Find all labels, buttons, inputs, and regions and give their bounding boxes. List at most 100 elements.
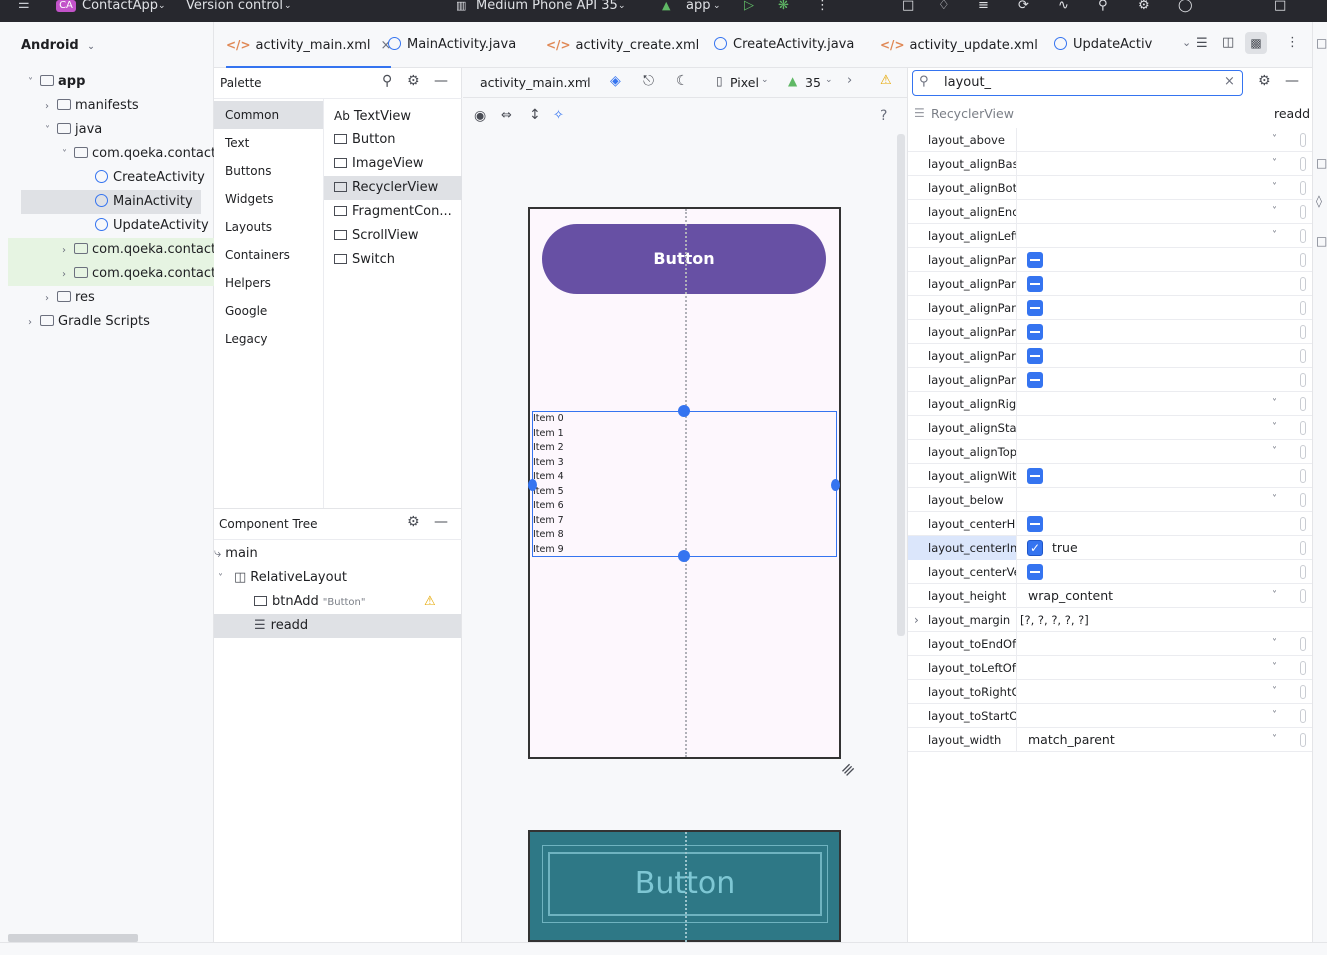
attribute-row[interactable]: layout_above ˅ <box>908 128 1313 152</box>
recyclerview-preview[interactable]: Item 0 Item 1 Item 2 Item 3 Item 4 Item 5 Item… <box>532 411 837 557</box>
tristate-checkbox[interactable] <box>1027 348 1043 364</box>
project-tree-item[interactable]: › res <box>45 286 95 310</box>
component-node[interactable]: ☰ readd <box>214 614 461 638</box>
attribute-value[interactable]: wrap_content <box>1028 584 1113 608</box>
logcat-icon[interactable]: ≡ <box>978 0 989 12</box>
resource-picker-icon[interactable] <box>1300 229 1306 243</box>
checkbox-checked[interactable]: ✓ <box>1027 540 1043 556</box>
palette-item-imageview[interactable]: ImageView <box>324 152 462 176</box>
tool-window-icon[interactable]: □ <box>1316 36 1327 50</box>
resource-picker-icon[interactable] <box>1300 301 1306 315</box>
resource-picker-icon[interactable] <box>1300 733 1306 747</box>
attribute-row[interactable]: layout_centerIn... ✓ true <box>908 536 1313 560</box>
project-tree-item[interactable]: › com.qoeka.contacta <box>8 238 224 262</box>
chevron-down-icon[interactable]: ˅ <box>1272 680 1277 704</box>
resource-picker-icon[interactable] <box>1300 133 1306 147</box>
attribute-row[interactable]: layout_below ˅ <box>908 488 1313 512</box>
more-icon[interactable]: ⋮ <box>816 0 829 12</box>
account-icon[interactable]: ◯ <box>1178 0 1193 12</box>
attribute-row[interactable]: layout_toLeftOf ˅ <box>908 656 1313 680</box>
project-tree-item[interactable]: MainActivity <box>21 190 201 214</box>
resource-picker-icon[interactable] <box>1300 565 1306 579</box>
orientation-icon[interactable]: ⎋ <box>643 73 654 89</box>
palette-item-recyclerview[interactable]: RecyclerView <box>324 176 462 200</box>
chevron-down-icon[interactable]: ˅ <box>1272 392 1277 416</box>
attribute-row[interactable]: layout_alignLeft ˅ <box>908 224 1313 248</box>
component-node[interactable]: ⤷ main <box>214 542 461 566</box>
minimize-icon[interactable]: — <box>434 514 448 530</box>
project-tree-item[interactable]: ˅ com.qoeka.contacta <box>62 142 224 166</box>
night-mode-icon[interactable]: ☾ <box>676 73 689 89</box>
tab-updateactiv[interactable]: UpdateActiv <box>1054 22 1152 68</box>
run-icon[interactable]: ▷ <box>744 0 754 12</box>
resource-picker-icon[interactable] <box>1300 181 1306 195</box>
minimize-icon[interactable]: — <box>1285 73 1299 89</box>
tristate-checkbox[interactable] <box>1027 372 1043 388</box>
resource-picker-icon[interactable] <box>1300 517 1306 531</box>
resource-picker-icon[interactable] <box>1300 325 1306 339</box>
warning-icon[interactable]: ⚠ <box>880 73 892 88</box>
gear-icon[interactable]: ⚙ <box>407 73 420 89</box>
palette-category-google[interactable]: Google <box>214 297 323 325</box>
palette-category-helpers[interactable]: Helpers <box>214 269 323 297</box>
help-icon[interactable]: ? <box>880 108 887 124</box>
palette-category-common[interactable]: Common <box>214 101 323 129</box>
tristate-checkbox[interactable] <box>1027 276 1043 292</box>
resource-picker-icon[interactable] <box>1300 205 1306 219</box>
tool-window-icon[interactable]: ◊ <box>1316 194 1322 208</box>
resize-handle[interactable] <box>678 405 690 417</box>
project-tree-item[interactable]: › Gradle Scripts <box>28 310 150 334</box>
attribute-row[interactable]: layout_alignPar... <box>908 248 1313 272</box>
project-view-selector[interactable]: Android ⌄ <box>21 34 95 58</box>
resource-picker-icon[interactable] <box>1300 709 1306 723</box>
resource-picker-icon[interactable] <box>1300 541 1306 555</box>
chevron-down-icon[interactable]: ˅ <box>1272 584 1277 608</box>
attribute-row[interactable]: layout_toRightOf ˅ <box>908 680 1313 704</box>
split-view-icon[interactable]: ◫ <box>1222 35 1234 50</box>
add-button-preview[interactable]: Button <box>542 224 826 294</box>
attribute-row[interactable]: layout_alignBot... ˅ <box>908 176 1313 200</box>
palette-item-button[interactable]: Button <box>324 128 462 152</box>
resize-handle[interactable] <box>678 550 690 562</box>
attribute-value[interactable]: [?, ?, ?, ?, ?] <box>1020 608 1089 632</box>
chevron-down-icon[interactable]: ˅ <box>1272 416 1277 440</box>
resource-picker-icon[interactable] <box>1300 637 1306 651</box>
chevron-down-icon[interactable]: ˅ <box>1272 440 1277 464</box>
code-view-icon[interactable]: ☰ <box>1196 36 1208 51</box>
tool-window-icon[interactable]: □ <box>1316 234 1327 248</box>
file-selector[interactable]: activity_main.xml <box>480 75 591 90</box>
hamburger-menu-icon[interactable]: ☰ <box>18 0 32 11</box>
gear-icon[interactable]: ⚙ <box>1138 0 1150 12</box>
chevron-right-icon[interactable]: › <box>914 608 919 632</box>
gear-icon[interactable]: ⚙ <box>407 514 420 530</box>
tristate-checkbox[interactable] <box>1027 564 1043 580</box>
attribute-row[interactable]: layout_height wrap_content ˅ <box>908 584 1313 608</box>
chevron-down-icon[interactable]: ˅ <box>1272 128 1277 152</box>
design-view-icon[interactable]: ▩ <box>1245 32 1267 54</box>
project-name[interactable]: ContactApp <box>82 0 158 12</box>
palette-category-widgets[interactable]: Widgets <box>214 185 323 213</box>
chevron-down-icon[interactable]: ˅ <box>1272 488 1277 512</box>
tab-activity-create-xml[interactable]: </> activity_create.xml <box>546 22 699 68</box>
chevron-down-icon[interactable]: ˅ <box>28 71 40 95</box>
margin-icon[interactable]: ⇔ <box>501 108 512 123</box>
chevron-right-icon[interactable]: › <box>28 311 40 335</box>
project-tree-item[interactable]: › manifests <box>45 94 139 118</box>
search-icon[interactable]: ⚲ <box>382 73 392 89</box>
tabs-overflow-icon[interactable]: ⌄ <box>1182 36 1191 49</box>
resize-handle[interactable] <box>831 479 840 491</box>
tab-mainactivity-java[interactable]: MainActivity.java <box>388 22 516 68</box>
attribute-row[interactable]: layout_alignEnd ˅ <box>908 200 1313 224</box>
horizontal-scrollbar[interactable] <box>8 934 138 942</box>
project-tree-item[interactable]: CreateActivity <box>83 166 205 190</box>
device-selector[interactable]: Pixel <box>730 75 759 90</box>
run-config-selector[interactable]: app <box>686 0 710 12</box>
attribute-row[interactable]: layout_alignPar... <box>908 344 1313 368</box>
chevron-right-icon[interactable]: › <box>847 73 852 88</box>
attribute-row[interactable]: layout_alignPar... <box>908 368 1313 392</box>
tab-activity-update-xml[interactable]: </> activity_update.xml <box>880 22 1038 68</box>
chevron-down-icon[interactable]: ˅ <box>1272 728 1277 752</box>
chevron-down-icon[interactable]: ˅ <box>45 119 57 143</box>
attribute-row[interactable]: layout_centerVe... <box>908 560 1313 584</box>
chevron-right-icon[interactable]: › <box>45 95 57 119</box>
